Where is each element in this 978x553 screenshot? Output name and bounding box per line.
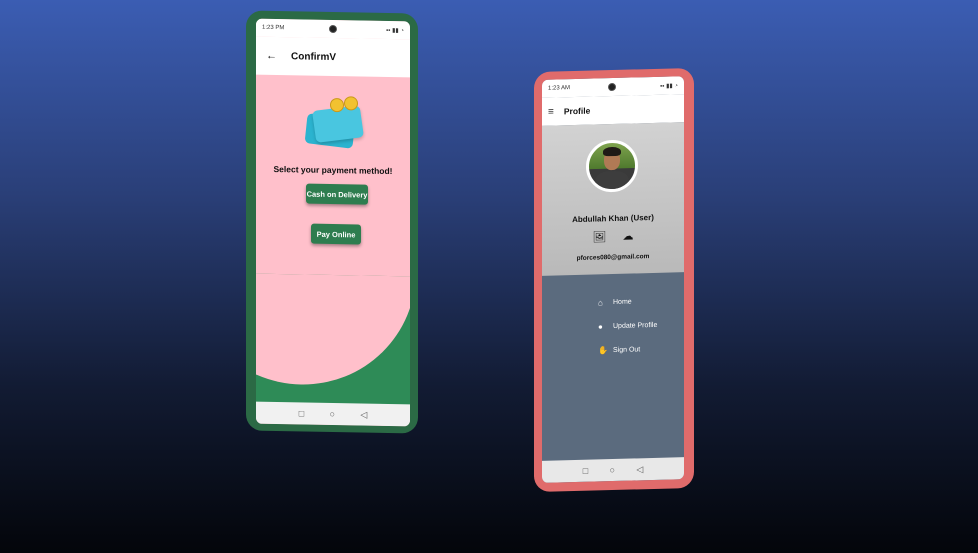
menu-item-update-profile[interactable]: ● Update Profile — [598, 313, 657, 339]
image-icon[interactable]: 🖼 — [593, 230, 607, 243]
back-arrow-icon[interactable]: ← — [266, 50, 277, 62]
menu-item-home[interactable]: ⌂ Home — [598, 289, 657, 315]
green-curve-decoration — [256, 273, 410, 407]
app-bar: ≡ Profile — [542, 94, 684, 126]
sign-out-icon: ✋ — [598, 345, 608, 355]
left-phone-frame: 1:23 PM ▪▪ ▮▮ ◔ ← ConfirmV Select your p… — [246, 10, 418, 434]
cash-on-delivery-button[interactable]: Cash on Delivery — [306, 183, 368, 205]
circle-icon[interactable]: ○ — [610, 465, 615, 475]
right-phone-frame: 1:23 AM ▪▪ ▮▮ ◔ ≡ Profile Abdullah Khan … — [534, 67, 694, 493]
profile-actions: 🖼 ☁ — [542, 228, 684, 245]
payment-cards-icon — [300, 91, 370, 152]
menu-item-label: Sign Out — [613, 345, 641, 354]
pay-online-button[interactable]: Pay Online — [311, 223, 361, 245]
user-email: pforces080@gmail.com — [576, 253, 650, 262]
circle-icon[interactable]: ○ — [330, 409, 335, 419]
avatar[interactable] — [586, 139, 638, 193]
menu-item-label: Update Profile — [613, 321, 658, 330]
right-phone-screen: 1:23 AM ▪▪ ▮▮ ◔ ≡ Profile Abdullah Khan … — [542, 76, 684, 483]
left-phone-screen: 1:23 PM ▪▪ ▮▮ ◔ ← ConfirmV Select your p… — [256, 18, 410, 427]
payment-prompt: Select your payment method! — [273, 163, 393, 177]
user-icon: ● — [598, 321, 603, 331]
status-icons: ▪▪ ▮▮ ◔ — [660, 82, 678, 90]
home-icon: ⌂ — [598, 297, 603, 307]
status-time: 1:23 PM — [262, 24, 285, 32]
system-nav-bar: □ ○ ◁ — [256, 401, 410, 427]
profile-header: Abdullah Khan (User) 🖼 ☁ pforces080@gmai… — [542, 122, 684, 276]
square-icon[interactable]: □ — [299, 408, 304, 418]
square-icon[interactable]: □ — [583, 466, 588, 476]
page-title: ConfirmV — [291, 50, 336, 63]
app-bar: ← ConfirmV — [256, 36, 410, 78]
page-title: Profile — [563, 105, 591, 117]
menu-item-label: Home — [613, 298, 632, 306]
triangle-back-icon[interactable]: ◁ — [360, 409, 367, 420]
menu-icon[interactable]: ≡ — [548, 106, 554, 117]
status-time: 1:23 AM — [548, 85, 571, 92]
system-nav-bar: □ ○ ◁ — [542, 457, 684, 483]
cloud-upload-icon[interactable]: ☁ — [622, 229, 633, 242]
triangle-back-icon[interactable]: ◁ — [636, 464, 643, 475]
user-name: Abdullah Khan (User) — [572, 212, 654, 225]
status-icons: ▪▪ ▮▮ ◔ — [386, 27, 404, 34]
menu-item-sign-out[interactable]: ✋ Sign Out — [598, 337, 657, 363]
camera-hole — [329, 24, 337, 34]
drawer-menu: ⌂ Home ● Update Profile ✋ Sign Out — [598, 289, 657, 363]
